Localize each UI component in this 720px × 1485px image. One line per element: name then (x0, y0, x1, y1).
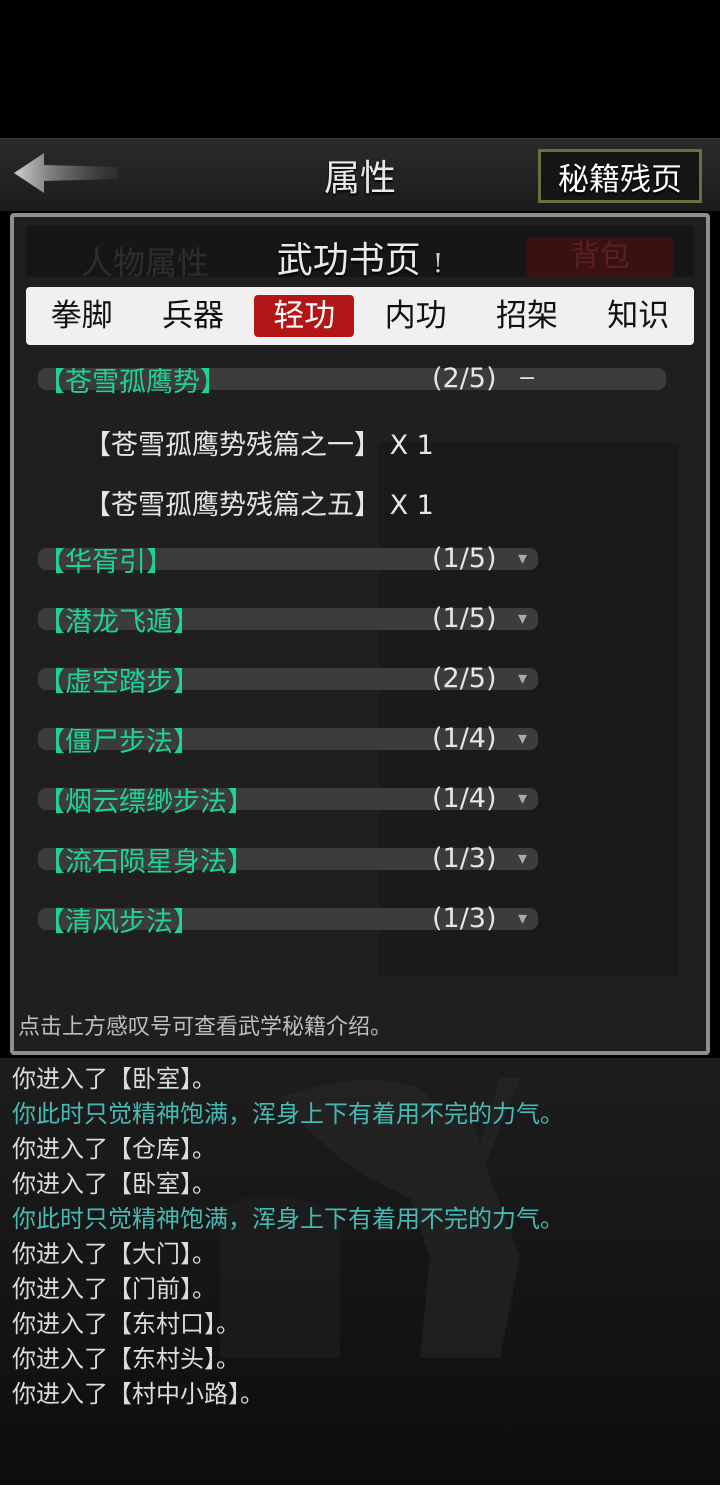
log-line: 你此时只觉精神饱满，浑身上下有着用不完的力气。 (12, 1205, 564, 1233)
back-arrow-icon (14, 153, 118, 193)
skill-name: 【苍雪孤鹰势】 (38, 366, 227, 398)
skill-row[interactable]: 【清风步法】 (1/3) ▾ (38, 903, 538, 938)
skill-name: 【流石陨星身法】 (38, 846, 254, 878)
tab-internal[interactable]: 内功 (366, 295, 466, 337)
fragment-qty: X 1 (389, 490, 434, 521)
log-lines: 你进入了【卧室】。 你此时只觉精神饱满，浑身上下有着用不完的力气。 你进入了【仓… (0, 1058, 720, 1412)
skill-name: 【烟云缥缈步法】 (38, 786, 254, 818)
chevron-down-icon[interactable]: ▾ (518, 723, 527, 755)
log-line: 你进入了【大门】。 (12, 1240, 216, 1268)
fragment-item: 【苍雪孤鹰势残篇之一】 X 1 (84, 423, 434, 462)
skill-count: (2/5) (432, 363, 497, 394)
fragment-item: 【苍雪孤鹰势残篇之五】 X 1 (84, 483, 434, 522)
chevron-down-icon[interactable]: ▾ (518, 663, 527, 695)
tab-lightness[interactable]: 轻功 (254, 295, 355, 337)
skill-name: 【潜龙飞遁】 (38, 606, 200, 638)
skill-row[interactable]: 【烟云缥缈步法】 (1/4) ▾ (38, 783, 538, 818)
skill-row[interactable]: 【潜龙飞遁】 (1/5) ▾ (38, 603, 538, 638)
skill-count: (1/5) (432, 543, 497, 574)
back-button[interactable] (10, 149, 120, 197)
fragment-name: 【苍雪孤鹰势残篇之五】 (84, 490, 381, 521)
log-line: 你进入了【东村口】。 (12, 1310, 240, 1338)
log-line: 你进入了【仓库】。 (12, 1135, 216, 1163)
secret-pages-button[interactable]: 秘籍残页 (538, 149, 702, 203)
skill-count: (1/3) (432, 903, 497, 934)
collapse-icon[interactable]: − (518, 363, 536, 395)
chevron-down-icon[interactable]: ▾ (518, 843, 527, 875)
tab-fist[interactable]: 拳脚 (32, 295, 132, 337)
tab-parry[interactable]: 招架 (477, 295, 577, 337)
log-line: 你进入了【卧室】。 (12, 1065, 216, 1093)
top-bar: 属性 秘籍残页 (0, 138, 720, 211)
skill-row[interactable]: 【华胥引】 (1/5) ▾ (38, 543, 538, 578)
chevron-down-icon[interactable]: ▾ (518, 783, 527, 815)
skill-row[interactable]: 【僵尸步法】 (1/4) ▾ (38, 723, 538, 758)
chevron-down-icon[interactable]: ▾ (518, 903, 527, 935)
fragment-name: 【苍雪孤鹰势残篇之一】 (84, 430, 381, 461)
category-tabs: 拳脚 兵器 轻功 内功 招架 知识 (26, 287, 694, 345)
panel-title: 武功书页! (14, 231, 706, 283)
skill-count: (1/3) (432, 843, 497, 874)
chevron-down-icon[interactable]: ▾ (518, 543, 527, 575)
skill-count: (1/4) (432, 783, 497, 814)
skill-name: 【华胥引】 (38, 546, 173, 578)
log-line: 你进入了【村中小路】。 (12, 1380, 264, 1408)
info-exclamation-icon[interactable]: ! (433, 249, 443, 279)
skill-count: (1/4) (432, 723, 497, 754)
chevron-down-icon[interactable]: ▾ (518, 603, 527, 635)
ghost-inventory-table (379, 442, 679, 977)
skill-name: 【僵尸步法】 (38, 726, 200, 758)
skill-row[interactable]: 【流石陨星身法】 (1/3) ▾ (38, 843, 538, 878)
tab-weapon[interactable]: 兵器 (143, 295, 243, 337)
log-line: 你进入了【东村头】。 (12, 1345, 240, 1373)
skill-count: (1/5) (432, 603, 497, 634)
fragment-qty: X 1 (389, 430, 434, 461)
skill-row[interactable]: 【虚空踏步】 (2/5) ▾ (38, 663, 538, 698)
log-line: 你进入了【门前】。 (12, 1275, 216, 1303)
martial-pages-panel: 人物属性 背包 武功书页! 拳脚 兵器 轻功 内功 招架 知识 【苍雪孤鹰势】 … (10, 213, 710, 1055)
log-line: 你此时只觉精神饱满，浑身上下有着用不完的力气。 (12, 1100, 564, 1128)
skill-row[interactable]: 【苍雪孤鹰势】 (2/5) − (38, 363, 666, 398)
skill-name: 【虚空踏步】 (38, 666, 200, 698)
message-log: 你进入了【卧室】。 你此时只觉精神饱满，浑身上下有着用不完的力气。 你进入了【仓… (0, 1058, 720, 1485)
skill-count: (2/5) (432, 663, 497, 694)
skill-name: 【清风步法】 (38, 906, 200, 938)
hint-text: 点击上方感叹号可查看武学秘籍介绍。 (18, 1015, 393, 1040)
panel-title-text: 武功书页 (276, 240, 421, 281)
log-line: 你进入了【卧室】。 (12, 1170, 216, 1198)
tab-knowledge[interactable]: 知识 (588, 295, 688, 337)
